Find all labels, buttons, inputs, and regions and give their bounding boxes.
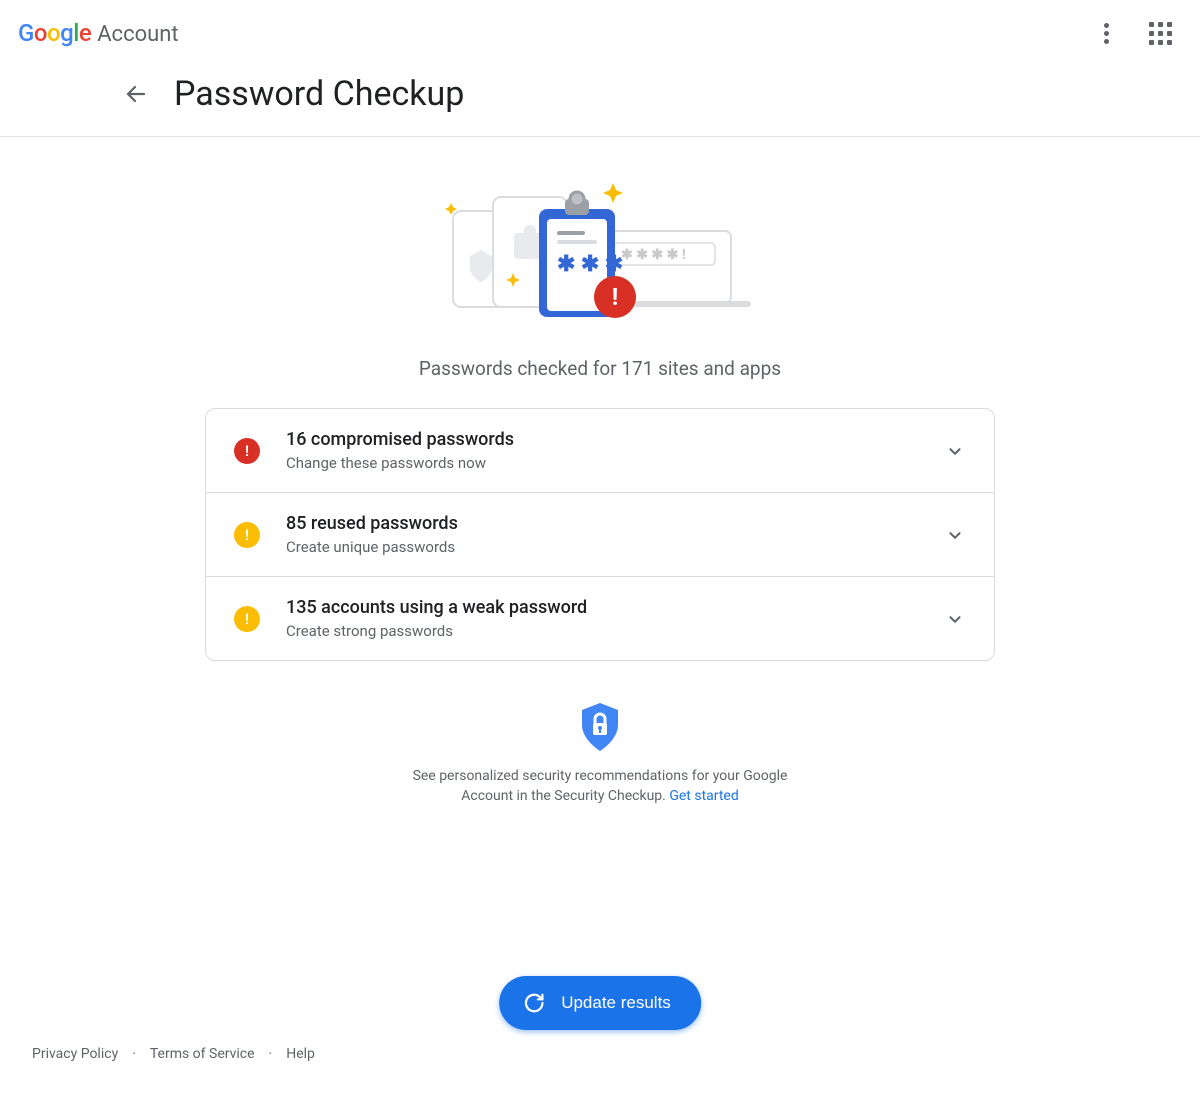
hero-illustration: ✱ ✱ ✱ ✱ ! ✱ ✱ ✱ ! [445, 177, 755, 323]
result-texts: 16 compromised passwords Change these pa… [286, 429, 918, 472]
alert-red-icon: ! [234, 438, 260, 464]
result-title: 16 compromised passwords [286, 429, 918, 450]
result-row-compromised[interactable]: ! 16 compromised passwords Change these … [206, 409, 994, 492]
result-row-weak[interactable]: ! 135 accounts using a weak password Cre… [206, 576, 994, 660]
svg-text:✱ ✱ ✱ ✱ !: ✱ ✱ ✱ ✱ ! [621, 247, 686, 263]
result-subtitle: Create strong passwords [286, 622, 918, 640]
summary-line: Passwords checked for 171 sites and apps [205, 357, 995, 380]
product-logo[interactable]: Google Account [18, 19, 179, 47]
result-row-reused[interactable]: ! 85 reused passwords Create unique pass… [206, 492, 994, 576]
result-texts: 85 reused passwords Create unique passwo… [286, 513, 918, 556]
result-title: 85 reused passwords [286, 513, 918, 534]
chevron-down-icon [944, 524, 966, 546]
back-arrow-icon[interactable] [118, 76, 154, 112]
terms-of-service-link[interactable]: Terms of Service [150, 1046, 255, 1062]
result-subtitle: Create unique passwords [286, 538, 918, 556]
main-content: ✱ ✱ ✱ ✱ ! ✱ ✱ ✱ ! Passwords checked for … [205, 137, 995, 806]
more-options-icon[interactable] [1098, 17, 1115, 49]
header-actions [1098, 16, 1178, 51]
update-results-button[interactable]: Update results [499, 976, 701, 1030]
footer-links: Privacy Policy · Terms of Service · Help [32, 1046, 315, 1062]
chevron-down-icon [944, 440, 966, 462]
shield-lock-icon [578, 701, 622, 753]
separator-dot: · [269, 1046, 273, 1062]
get-started-link[interactable]: Get started [669, 788, 738, 804]
result-title: 135 accounts using a weak password [286, 597, 918, 618]
separator-dot: · [132, 1046, 136, 1062]
alert-yellow-icon: ! [234, 522, 260, 548]
top-header: Google Account [0, 0, 1200, 56]
result-texts: 135 accounts using a weak password Creat… [286, 597, 918, 640]
security-checkup-promo: See personalized security recommendation… [205, 701, 995, 806]
google-apps-icon[interactable] [1143, 16, 1178, 51]
refresh-icon [523, 992, 545, 1014]
alert-yellow-icon: ! [234, 606, 260, 632]
result-subtitle: Change these passwords now [286, 454, 918, 472]
product-name: Account [97, 22, 178, 47]
chevron-down-icon [944, 608, 966, 630]
results-card: ! 16 compromised passwords Change these … [205, 408, 995, 661]
google-wordmark: Google [18, 19, 91, 47]
update-results-label: Update results [561, 993, 671, 1013]
title-row: Password Checkup [0, 56, 1200, 137]
help-link[interactable]: Help [286, 1046, 315, 1062]
svg-text:✱ ✱ ✱: ✱ ✱ ✱ [557, 252, 623, 277]
page-title: Password Checkup [174, 74, 464, 114]
svg-text:!: ! [612, 283, 619, 311]
promo-text: See personalized security recommendation… [390, 767, 810, 806]
privacy-policy-link[interactable]: Privacy Policy [32, 1046, 118, 1062]
